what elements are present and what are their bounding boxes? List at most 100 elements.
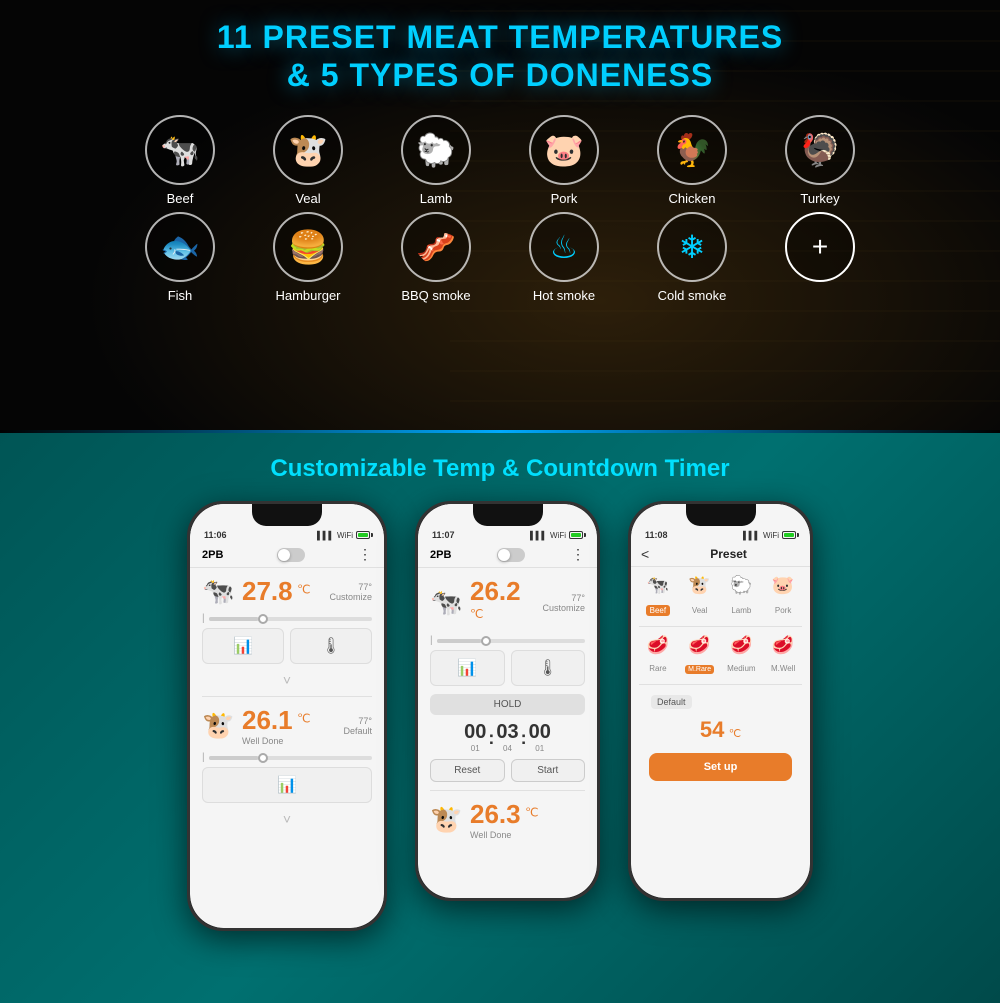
phone-2-header: 2PB ⋮ <box>418 542 597 568</box>
phone-2-hold-button[interactable]: HOLD <box>430 694 585 715</box>
meat-icons-row-2: 🐟 Fish 🍔 Hamburger 🥓 BBQ smoke ♨ Hot smo… <box>125 212 875 303</box>
phone-1-probe-1-temp: 27.8 <box>242 576 293 606</box>
phone-3-mwell-item[interactable]: 🥩 <box>764 635 802 656</box>
phone-1-probe-2-icon: 🐮 <box>202 710 234 741</box>
meat-type-hot-smoke: ♨ Hot smoke <box>509 212 619 303</box>
phone-3-rare-label: Rare <box>649 664 666 673</box>
phone-3-mrare-item[interactable]: 🥩 <box>681 635 719 656</box>
phone-3-time: 11:08 <box>645 530 668 540</box>
phone-3-pork-item[interactable]: 🐷 <box>764 575 802 596</box>
pork-icon: 🐷 <box>529 115 599 185</box>
phone-3-mrare-label: M.Rare <box>685 665 714 674</box>
veal-icon: 🐮 <box>273 115 343 185</box>
phones-container: 11:06 ▌▌▌ WiFi 2PB ⋮ 🐄 <box>187 501 813 931</box>
meat-type-beef: 🐄 Beef <box>125 115 235 206</box>
phone-2-app-name: 2PB <box>430 549 451 561</box>
phone-1-content: 🐄 27.8 ℃ 77° Customize | <box>190 568 384 928</box>
phone-1-probe-2-unit: ℃ <box>297 712 310 726</box>
phone-3-preset-temp-unit: ℃ <box>729 728 741 740</box>
phone-3-lamb-item[interactable]: 🐑 <box>723 575 761 596</box>
phone-2-probe-divider <box>430 790 585 791</box>
top-section: 11 PRESET MEAT TEMPERATURES & 5 TYPES OF… <box>0 0 1000 430</box>
phone-2-probe-2-icon: 🐮 <box>430 804 462 835</box>
phone-1-probe-2-slider[interactable]: | <box>202 752 372 763</box>
phone-2-reset-btn[interactable]: Reset <box>430 759 505 782</box>
phone-2-probe-1-slider[interactable]: | <box>430 635 585 646</box>
lamb-icon: 🐑 <box>401 115 471 185</box>
phone-3-veal-label: Veal <box>692 606 708 615</box>
phone-1-toggle[interactable] <box>277 548 305 562</box>
phone-3-rare-item[interactable]: 🥩 <box>639 635 677 656</box>
phone-3-preset-temp: 54 <box>700 717 724 742</box>
phone-1-probe-2-row: 🐮 26.1 ℃ Well Done 77° Default <box>202 705 372 746</box>
battery-icon <box>356 531 370 539</box>
phone-2-screen: 11:07 ▌▌▌ WiFi 2PB ⋮ 🐄 <box>418 504 597 898</box>
phone-3-preset-title: Preset <box>657 547 800 561</box>
phone-2-start-btn[interactable]: Start <box>511 759 586 782</box>
phone-3-content: 🐄 🐮 🐑 🐷 <box>631 567 810 898</box>
phone-2-toggle[interactable] <box>497 548 525 562</box>
phone-3-preset-header: < Preset <box>631 542 810 567</box>
phone-2-probe-2-row: 🐮 26.3 ℃ Well Done <box>430 799 585 840</box>
phone-3-lamb-label: Lamb <box>731 606 751 615</box>
phone-1-temp-btn[interactable]: 🌡 <box>290 628 372 664</box>
beef-label: Beef <box>167 191 194 206</box>
phone-1-header: 2PB ⋮ <box>190 542 384 568</box>
phone-1-chart-btn[interactable]: 📊 <box>202 628 284 664</box>
pork-label: Pork <box>551 191 578 206</box>
phone-3-screen: 11:08 ▌▌▌ WiFi < Preset 🐄 <box>631 504 810 898</box>
meat-type-veal: 🐮 Veal <box>253 115 363 206</box>
phone-2-content: 🐄 26.2 ℃ 77° Customize | <box>418 568 597 898</box>
phone-1-notch <box>252 504 322 526</box>
meat-type-bbq-smoke: 🥓 BBQ smoke <box>381 212 491 303</box>
phone-2-probe-2-temp: 26.3 <box>470 799 521 829</box>
chicken-icon: 🐓 <box>657 115 727 185</box>
phone-2-probe-2-unit: ℃ <box>525 806 538 820</box>
phone-1-probe-2-buttons: 📊 <box>202 767 372 803</box>
phone-3-setup-button[interactable]: Set up <box>649 753 792 781</box>
phone-1-probe-1-slider[interactable]: | <box>202 613 372 624</box>
phone-3-notch <box>686 504 756 526</box>
bbq-smoke-label: BBQ smoke <box>401 288 470 303</box>
phone-1-probe-1-unit: ℃ <box>297 583 310 597</box>
phone-3-default-badge: Default <box>651 695 692 709</box>
phone-2-probe-1-unit: ℃ <box>470 607 483 621</box>
phone-2-probe-1-buttons: 📊 🌡 <box>430 650 585 686</box>
phone-1-probe-1-buttons: 📊 🌡 <box>202 628 372 664</box>
add-custom-icon[interactable]: + <box>785 212 855 282</box>
hamburger-label: Hamburger <box>275 288 340 303</box>
phone-3-beef-item[interactable]: 🐄 <box>639 575 677 596</box>
phone-1-chart-btn-2[interactable]: 📊 <box>202 767 372 803</box>
veal-label: Veal <box>295 191 320 206</box>
bottom-section: Customizable Temp & Countdown Timer 11:0… <box>0 433 1000 1003</box>
lamb-label: Lamb <box>420 191 453 206</box>
phone-3: 11:08 ▌▌▌ WiFi < Preset 🐄 <box>628 501 813 901</box>
phone-2-temp-btn[interactable]: 🌡 <box>511 650 586 686</box>
phone-1-probe-divider <box>202 696 372 697</box>
phone-2-action-buttons: Reset Start <box>430 759 585 782</box>
meat-type-cold-smoke: ❄ Cold smoke <box>637 212 747 303</box>
phone-2-time: 11:07 <box>432 530 455 540</box>
page-title: 11 PRESET MEAT TEMPERATURES & 5 TYPES OF… <box>217 18 783 95</box>
meat-type-lamb: 🐑 Lamb <box>381 115 491 206</box>
bbq-smoke-icon: 🥓 <box>401 212 471 282</box>
phone-1: 11:06 ▌▌▌ WiFi 2PB ⋮ 🐄 <box>187 501 387 931</box>
meat-types-grid: 🐄 Beef 🐮 Veal 🐑 Lamb 🐷 Pork 🐓 Chi <box>125 115 875 303</box>
meat-type-fish: 🐟 Fish <box>125 212 235 303</box>
phone-3-back-button[interactable]: < <box>641 546 649 562</box>
chicken-label: Chicken <box>669 191 716 206</box>
hot-smoke-label: Hot smoke <box>533 288 595 303</box>
phone-1-probe-2-temp: 26.1 <box>242 705 293 735</box>
phone-2-chart-btn[interactable]: 📊 <box>430 650 505 686</box>
phone-3-temp-display: 54 ℃ <box>639 713 802 747</box>
phone-2-probe-2-status: Well Done <box>470 830 539 840</box>
meat-type-custom[interactable]: + <box>765 212 875 303</box>
phone-3-pork-label: Pork <box>775 606 791 615</box>
phone-2-probe-1-row: 🐄 26.2 ℃ 77° Customize <box>430 576 585 629</box>
phone-3-veal-item[interactable]: 🐮 <box>681 575 719 596</box>
phone-1-probe-1-row: 🐄 27.8 ℃ 77° Customize <box>202 576 372 607</box>
phone-1-app-name: 2PB <box>202 549 223 561</box>
meat-icons-row-1: 🐄 Beef 🐮 Veal 🐑 Lamb 🐷 Pork 🐓 Chi <box>125 115 875 206</box>
beef-icon: 🐄 <box>145 115 215 185</box>
phone-3-medium-item[interactable]: 🥩 <box>723 635 761 656</box>
